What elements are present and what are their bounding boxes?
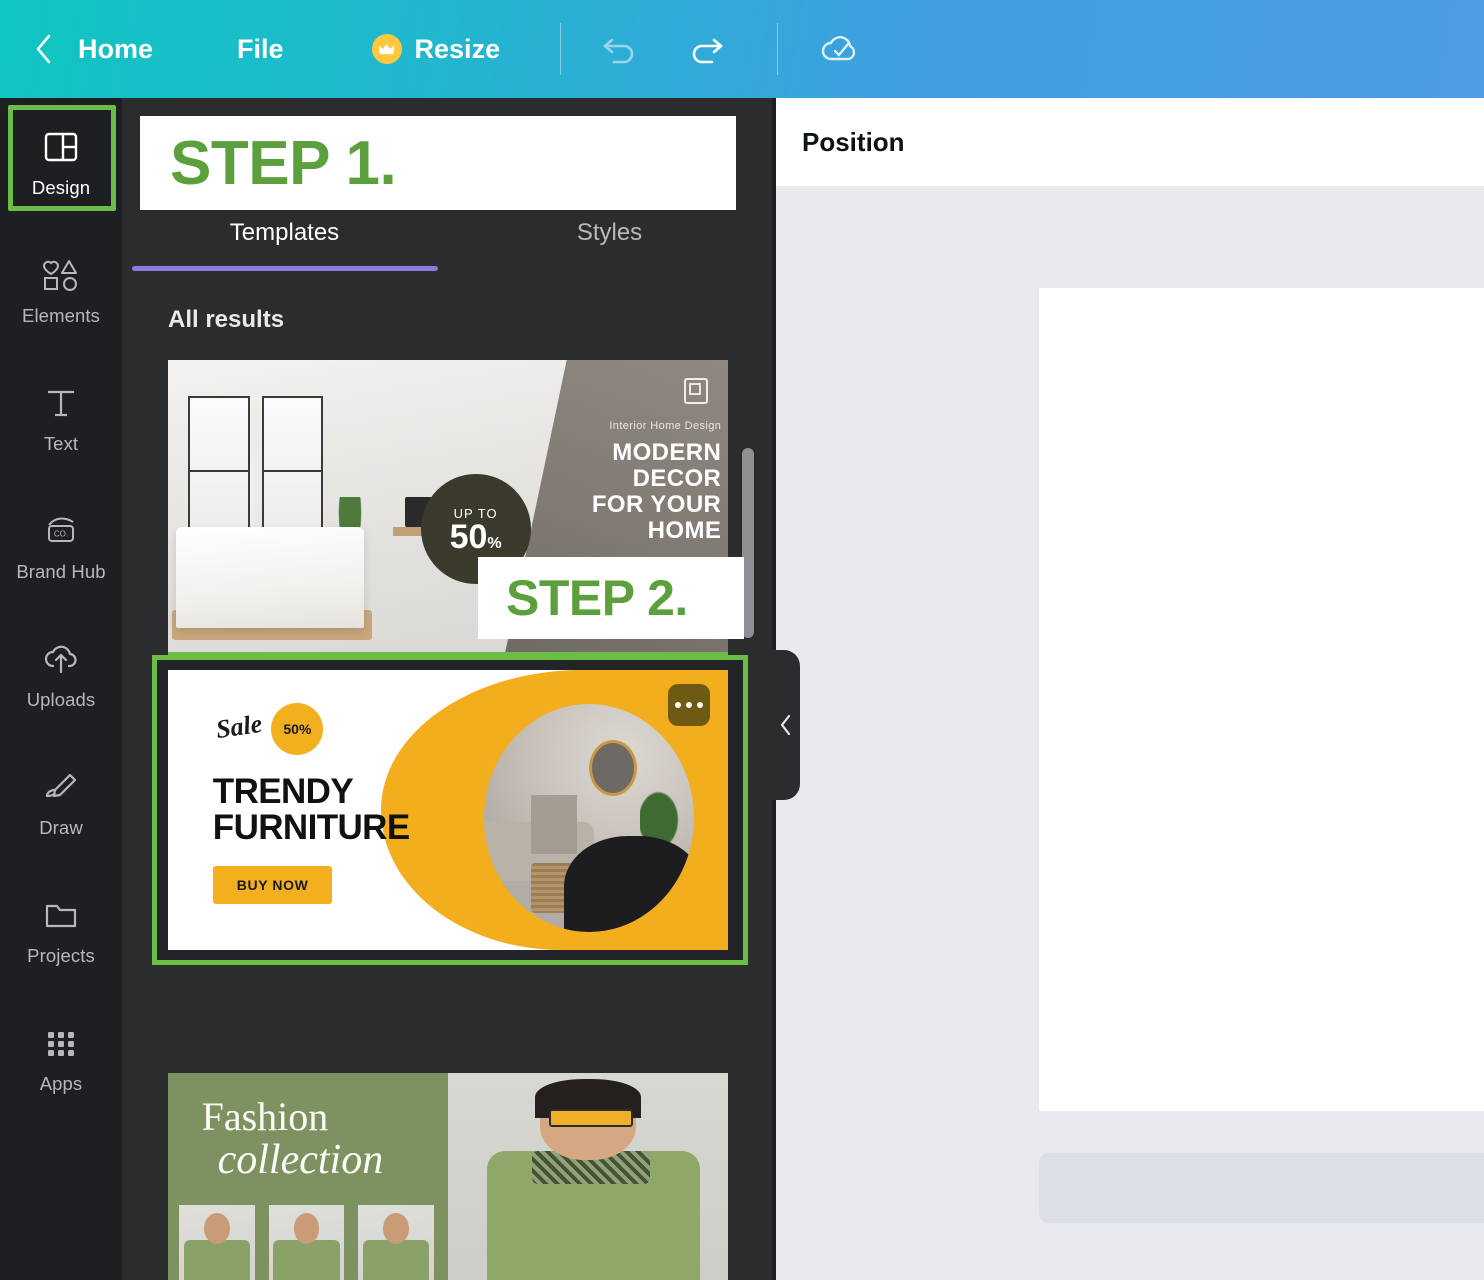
canva-editor-window: Home File Resize Design Elements Text CO…	[0, 0, 1484, 1280]
headline-line-2: FURNITURE	[212, 807, 410, 847]
file-menu-button[interactable]: File	[219, 28, 302, 71]
template-artwork: Sale 50% TRENDY FURNITURE BUY NOW	[168, 670, 728, 950]
headline-line-1: Fashion	[201, 1094, 329, 1139]
headline-line-1: TRENDY	[212, 771, 354, 811]
cloud-check-icon[interactable]	[808, 23, 872, 75]
brand-logo-icon	[683, 377, 708, 404]
resize-label: Resize	[414, 33, 501, 64]
text-t-icon	[44, 382, 78, 424]
thumbnail-photo	[179, 1205, 255, 1280]
undo-icon[interactable]	[589, 23, 653, 75]
template-headline: MODERN DECOR FOR YOUR HOME	[591, 439, 722, 545]
home-button[interactable]: Home	[60, 28, 171, 71]
ellipsis-icon[interactable]	[668, 684, 710, 726]
toolbar-divider-2	[777, 23, 779, 75]
panel-collapse-handle[interactable]	[772, 650, 800, 800]
sidebar-item-apps[interactable]: Apps	[0, 994, 122, 1122]
badge-unit: %	[487, 534, 502, 552]
cloud-upload-icon	[42, 638, 80, 680]
tab-label: Templates	[229, 219, 340, 246]
template-artwork: Fashion collection www.reallygreatsite.c…	[168, 1073, 728, 1280]
tab-styles[interactable]: Styles	[447, 202, 772, 264]
panel-tab-bar: Templates Styles	[122, 202, 772, 264]
home-label: Home	[78, 33, 154, 64]
canvas-placeholder-bar	[1039, 1153, 1484, 1223]
template-headline: Fashion collection	[201, 1094, 384, 1183]
crown-icon	[371, 34, 402, 64]
page-title: Position	[802, 126, 905, 157]
template-headline: TRENDY FURNITURE	[212, 771, 410, 847]
position-panel-header: Position	[772, 98, 1484, 186]
sidebar-item-brand-hub[interactable]: CO. Brand Hub	[0, 482, 122, 610]
toolbar-divider-1	[560, 23, 562, 75]
template-card-trendy-furniture[interactable]: Sale 50% TRENDY FURNITURE BUY NOW	[152, 655, 748, 965]
badge-value: 50	[449, 517, 488, 556]
sale-label: Sale	[213, 708, 264, 745]
canvas-area: Position	[772, 98, 1484, 1280]
template-card-fashion-collection[interactable]: Fashion collection www.reallygreatsite.c…	[168, 1073, 728, 1280]
sidebar-item-label: Brand Hub	[16, 560, 106, 582]
shapes-icon	[43, 254, 79, 296]
folder-icon	[43, 894, 79, 936]
tab-label: Styles	[576, 219, 643, 246]
redo-icon[interactable]	[673, 23, 737, 75]
sidebar-item-text[interactable]: Text	[0, 354, 122, 482]
sidebar-item-label: Uploads	[26, 688, 96, 710]
headline-line-2: collection	[217, 1137, 384, 1183]
sidebar-item-projects[interactable]: Projects	[0, 866, 122, 994]
thumbnail-photo	[358, 1205, 434, 1280]
sidebar-item-elements[interactable]: Elements	[0, 226, 122, 354]
sidebar-item-label: Draw	[39, 816, 83, 838]
sidebar-item-label: Design	[31, 176, 91, 198]
tab-templates[interactable]: Templates	[122, 202, 447, 264]
sidebar-item-label: Apps	[39, 1072, 83, 1094]
sidebar-item-label: Elements	[22, 304, 100, 326]
top-toolbar: Home File Resize	[0, 0, 1484, 98]
left-sidebar-rail: Design Elements Text CO. Brand Hub Uploa…	[0, 98, 122, 1280]
back-icon[interactable]	[30, 32, 56, 66]
brand-card-icon: CO.	[43, 510, 79, 552]
grid-dots-icon	[45, 1022, 77, 1064]
resize-button[interactable]: Resize	[354, 28, 519, 71]
section-title: All results	[168, 306, 285, 333]
model-photo	[448, 1073, 728, 1280]
svg-text:CO.: CO.	[54, 529, 68, 538]
sidebar-item-label: Projects	[27, 944, 95, 966]
step-1-annotation: STEP 1.	[140, 116, 736, 210]
pen-icon	[43, 766, 79, 808]
step-2-annotation: STEP 2.	[478, 557, 744, 639]
sidebar-item-draw[interactable]: Draw	[0, 738, 122, 866]
buy-now-button[interactable]: BUY NOW	[212, 866, 333, 904]
sidebar-item-design[interactable]: Design	[0, 98, 122, 226]
sidebar-item-uploads[interactable]: Uploads	[0, 610, 122, 738]
file-label: File	[237, 33, 284, 64]
layout-icon	[44, 126, 78, 168]
thumbnail-photo	[268, 1205, 345, 1280]
interior-photo	[484, 703, 695, 932]
design-canvas-page[interactable]	[1039, 288, 1484, 1111]
discount-badge: 50%	[274, 706, 321, 753]
template-brand: Interior Home Design	[609, 419, 722, 432]
sidebar-item-label: Text	[43, 432, 79, 454]
chevron-left-icon	[780, 714, 791, 736]
